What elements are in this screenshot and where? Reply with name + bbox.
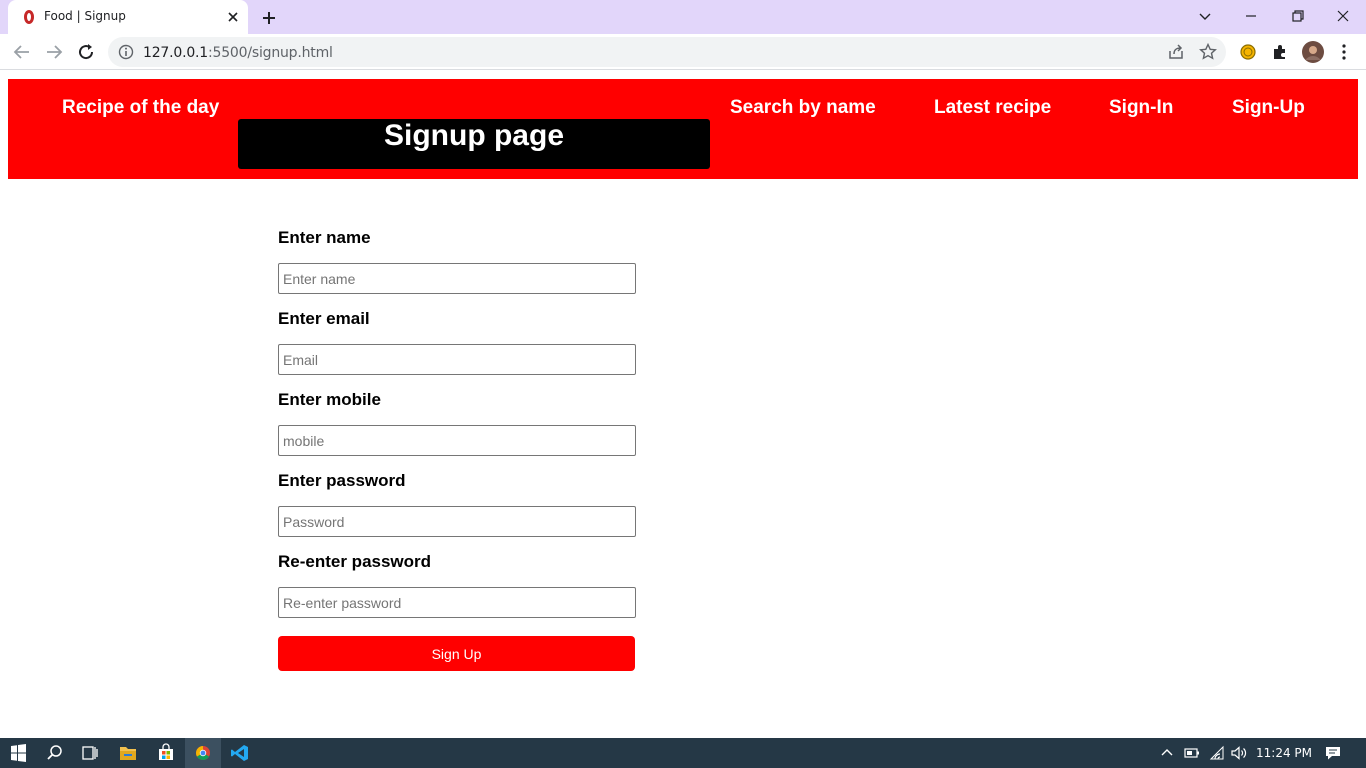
extension-coin-icon[interactable] [1238, 42, 1258, 62]
site-navbar: Recipe of the day Search by name Latest … [8, 79, 1358, 179]
taskbar-clock[interactable]: 11:24 PM [1256, 746, 1312, 760]
nav-sign-in[interactable]: Sign-In [1109, 97, 1173, 119]
site-info-icon[interactable] [118, 44, 134, 60]
bookmark-star-icon[interactable] [1198, 42, 1218, 62]
mobile-input[interactable] [278, 425, 636, 456]
page-title-box: Signup page [238, 119, 710, 169]
password-label: Enter password [278, 471, 406, 490]
password-input[interactable] [278, 506, 636, 537]
mobile-label: Enter mobile [278, 390, 381, 409]
browser-tab-strip: Food | Signup [0, 0, 1366, 34]
window-close-icon[interactable] [1331, 5, 1355, 27]
volume-icon[interactable] [1230, 744, 1248, 762]
reenter-password-label: Re-enter password [278, 552, 432, 571]
search-icon[interactable] [36, 738, 72, 768]
show-hidden-icons-chevron-up-icon[interactable] [1158, 744, 1176, 762]
extensions-puzzle-icon[interactable] [1270, 42, 1290, 62]
vscode-icon[interactable] [222, 738, 258, 768]
name-label: Enter name [278, 228, 371, 247]
name-input[interactable] [278, 263, 636, 294]
windows-start-icon[interactable] [0, 738, 36, 768]
profile-avatar[interactable] [1302, 41, 1324, 63]
page-content: Recipe of the day Search by name Latest … [0, 71, 1366, 738]
email-label: Enter email [278, 309, 370, 328]
nav-latest-recipe[interactable]: Latest recipe [934, 97, 1051, 119]
url-text: 127.0.0.1:5500/signup.html [143, 45, 333, 61]
browser-tab[interactable]: Food | Signup [8, 0, 248, 34]
chrome-icon[interactable] [185, 738, 221, 768]
restore-icon[interactable] [1285, 5, 1309, 27]
browser-toolbar: 127.0.0.1:5500/signup.html [0, 34, 1366, 70]
wifi-icon[interactable] [1208, 744, 1226, 762]
nav-recipe-of-the-day[interactable]: Recipe of the day [62, 97, 219, 119]
nav-search-by-name[interactable]: Search by name [730, 97, 876, 119]
reenter-password-input[interactable] [278, 587, 636, 618]
back-arrow-icon[interactable] [10, 40, 34, 64]
battery-icon[interactable] [1183, 744, 1201, 762]
email-input[interactable] [278, 344, 636, 375]
address-bar[interactable]: 127.0.0.1:5500/signup.html [108, 37, 1226, 67]
url-host: 127.0.0.1 [143, 45, 208, 61]
reload-icon[interactable] [74, 40, 98, 64]
task-view-icon[interactable] [72, 738, 108, 768]
notifications-icon[interactable] [1324, 744, 1342, 762]
more-menu-icon[interactable] [1334, 42, 1354, 62]
file-explorer-icon[interactable] [110, 738, 146, 768]
share-icon[interactable] [1166, 42, 1186, 62]
food-favicon-icon [24, 10, 34, 24]
windows-taskbar: 11:24 PM [0, 738, 1366, 768]
tab-title: Food | Signup [44, 9, 126, 23]
store-icon[interactable] [148, 738, 184, 768]
url-path: :5500/signup.html [208, 45, 333, 61]
nav-sign-up[interactable]: Sign-Up [1232, 97, 1305, 119]
forward-arrow-icon[interactable] [42, 40, 66, 64]
sign-up-button[interactable]: Sign Up [278, 636, 635, 671]
page-title: Signup page [384, 119, 564, 152]
close-tab-icon[interactable] [224, 8, 242, 26]
new-tab-icon[interactable] [258, 7, 280, 29]
minimize-icon[interactable] [1239, 5, 1263, 27]
tab-search-chevron-down-icon[interactable] [1193, 5, 1217, 27]
